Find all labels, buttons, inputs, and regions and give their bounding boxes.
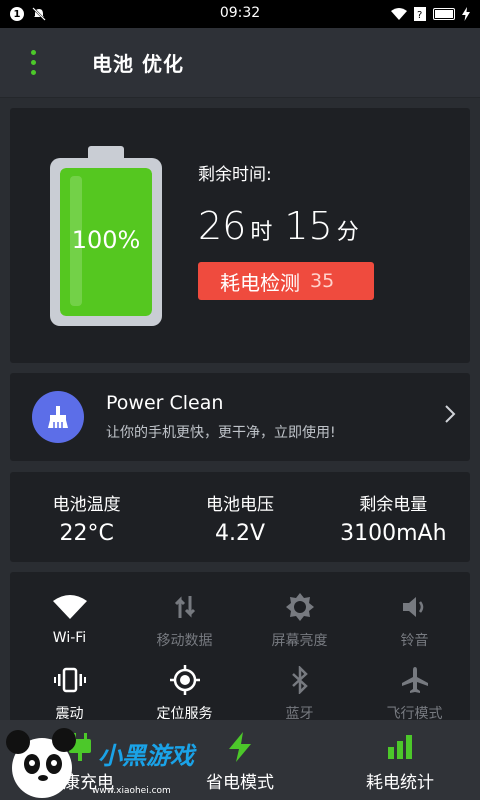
bar-chart-icon: [386, 732, 414, 762]
quick-toggles-card: Wi-Fi 移动数据 屏幕亮度 铃音 震动 定位服务 蓝牙 飞行模式: [10, 572, 470, 722]
stat-label: 电池电压: [205, 495, 274, 515]
toggle-ringtone[interactable]: 铃音: [357, 592, 472, 650]
hours-unit: 时: [250, 220, 273, 245]
stat-value: 3100mAh: [340, 521, 447, 546]
stat-label: 电池温度: [52, 495, 121, 515]
location-icon: [127, 665, 242, 695]
battery-card: 100% 剩余时间: 26 时 15 分 耗电检测 35: [10, 108, 470, 363]
toggle-label: 移动数据: [156, 633, 213, 649]
power-clean-subtitle: 让你的手机更快，更干净，立即使用!: [106, 425, 336, 441]
menu-dot: [30, 50, 36, 55]
power-detect-label: 耗电检测: [220, 270, 300, 295]
app-header: 电池 优化: [0, 28, 480, 98]
brightness-icon: [242, 592, 357, 622]
nav-label: 省电模式: [206, 773, 274, 793]
minutes-unit: 分: [336, 220, 359, 245]
power-detect-button[interactable]: 耗电检测 35: [198, 262, 374, 300]
vibrate-icon: [12, 665, 127, 695]
toggle-label: 屏幕亮度: [271, 633, 328, 649]
remaining-hours: 26: [198, 204, 247, 248]
remaining-time-label: 剩余时间:: [198, 165, 272, 185]
nav-healthy-charging[interactable]: 健康充电: [0, 720, 160, 800]
broom-icon: [32, 391, 84, 443]
toggle-airplane[interactable]: 飞行模式: [357, 665, 472, 723]
remaining-minutes: 15: [284, 204, 333, 248]
battery-body: 100%: [50, 158, 162, 326]
battery-stats-card: 电池温度 22°C 电池电压 4.2V 剩余电量 3100mAh: [10, 472, 470, 562]
menu-dot: [30, 70, 36, 75]
power-clean-title: Power Clean: [106, 392, 224, 414]
stat-capacity: 剩余电量 3100mAh: [317, 472, 470, 562]
remaining-time: 26 时 15 分: [198, 204, 367, 248]
lightning-icon: [227, 732, 253, 762]
stat-voltage: 电池电压 4.2V: [163, 472, 316, 562]
toggle-bluetooth[interactable]: 蓝牙: [242, 665, 357, 723]
toggle-location[interactable]: 定位服务: [127, 665, 242, 723]
menu-button[interactable]: [0, 28, 66, 98]
nav-label: 健康充电: [46, 773, 114, 793]
mobile-data-icon: [127, 592, 242, 622]
nav-usage-stats[interactable]: 耗电统计: [320, 720, 480, 800]
stat-value: 4.2V: [214, 521, 266, 546]
stat-value: 22°C: [59, 521, 114, 546]
charging-icon: [67, 732, 93, 762]
airplane-icon: [357, 665, 472, 695]
bluetooth-icon: [242, 665, 357, 695]
toggle-wifi[interactable]: Wi-Fi: [12, 592, 127, 646]
battery-percent: 100%: [71, 226, 141, 254]
wifi-icon: [12, 592, 127, 622]
page-title: 电池 优化: [92, 52, 184, 76]
toggle-vibrate[interactable]: 震动: [12, 665, 127, 723]
volume-icon: [357, 592, 472, 622]
battery-cap: [88, 146, 124, 158]
power-clean-card[interactable]: Power Clean 让你的手机更快，更干净，立即使用!: [10, 373, 470, 461]
bottom-navigation: 健康充电 省电模式 耗电统计: [0, 720, 480, 800]
power-detect-count: 35: [310, 270, 335, 292]
toggle-label: Wi-Fi: [52, 630, 87, 646]
toggle-mobile-data[interactable]: 移动数据: [127, 592, 242, 650]
status-battery-icon: [433, 8, 455, 20]
battery-level-graphic: 100%: [50, 146, 162, 326]
stat-temperature: 电池温度 22°C: [10, 472, 163, 562]
toggle-label: 铃音: [400, 633, 429, 649]
chevron-right-icon: [445, 405, 456, 423]
menu-dot: [30, 60, 36, 65]
status-bar: 1 09:32 ?: [0, 0, 480, 28]
toggle-brightness[interactable]: 屏幕亮度: [242, 592, 357, 650]
nav-label: 耗电统计: [366, 773, 434, 793]
status-time: 09:32: [219, 5, 261, 21]
nav-power-saving[interactable]: 省电模式: [160, 720, 320, 800]
stat-label: 剩余电量: [359, 495, 428, 515]
